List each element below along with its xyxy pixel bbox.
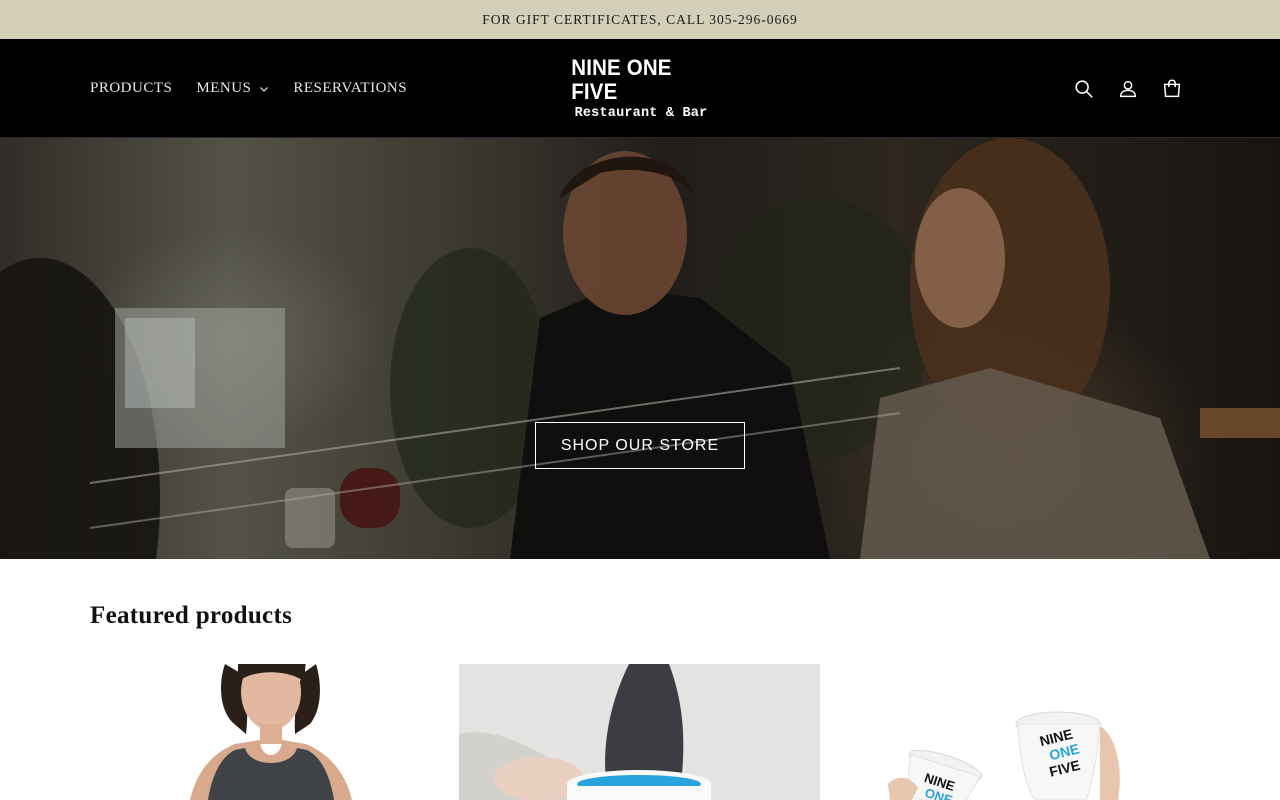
nav-item-label: PRODUCTS xyxy=(90,80,173,96)
announcement-bar: FOR GIFT CERTIFICATES, CALL 305-296-0669 xyxy=(0,0,1280,39)
account-icon[interactable] xyxy=(1116,77,1140,101)
nav-item-products[interactable]: PRODUCTS xyxy=(90,80,172,97)
featured-products-title: Featured products xyxy=(90,602,293,629)
product-image xyxy=(459,664,820,800)
nav-item-label: RESERVATIONS xyxy=(293,80,408,96)
nav-item-label: MENUS xyxy=(196,80,252,96)
product-image xyxy=(190,664,352,800)
search-icon[interactable] xyxy=(1072,77,1096,101)
logo-name: NINE ONE FIVE xyxy=(571,55,672,104)
announcement-text: FOR GIFT CERTIFICATES, CALL 305-296-0669 xyxy=(482,11,798,27)
logo-subtitle: Restaurant & Bar xyxy=(574,106,708,121)
cart-icon[interactable] xyxy=(1160,77,1184,101)
product-card-mug[interactable] xyxy=(459,664,820,800)
nav-item-menus[interactable]: MENUS xyxy=(196,80,269,97)
product-card-tank-top[interactable] xyxy=(90,664,451,800)
site-header: PRODUCTS MENUS RESERVATIONS NINE ONE FIV… xyxy=(0,39,1280,138)
hero-overlay xyxy=(0,138,1280,559)
shop-our-store-button[interactable]: SHOP OUR STORE xyxy=(535,422,745,469)
header-icons xyxy=(1072,39,1184,138)
product-card-tumbler[interactable]: NINE ONE FIVE NINE ONE xyxy=(828,664,1189,800)
main-nav: PRODUCTS MENUS RESERVATIONS xyxy=(90,39,407,138)
product-image: NINE ONE FIVE NINE ONE xyxy=(888,711,1120,800)
nav-item-reservations[interactable]: RESERVATIONS xyxy=(293,80,407,97)
hero-banner: SHOP OUR STORE xyxy=(0,138,1280,559)
site-logo[interactable]: NINE ONE FIVE Restaurant & Bar xyxy=(566,56,716,122)
chevron-down-icon xyxy=(260,86,269,92)
